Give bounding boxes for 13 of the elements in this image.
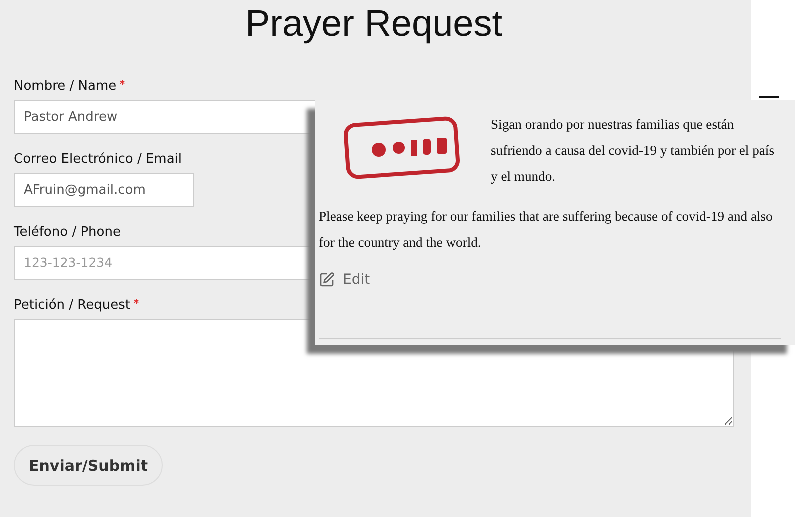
- page-title: Prayer Request: [244, 2, 504, 46]
- field-label: Correo Electrónico / Email: [14, 151, 182, 169]
- edit-icon: [319, 272, 335, 288]
- english-message: Please keep praying for our families that are suffering because of covid-19 and also for the country and the world.: [319, 208, 774, 252]
- field-label: Teléfono / Phone: [14, 224, 121, 242]
- field-label: Petición / Request: [14, 297, 130, 315]
- required-icon: [120, 80, 125, 85]
- required-icon: [134, 299, 138, 304]
- field-label: Nombre / Name: [14, 78, 117, 96]
- spanish-message: Sigan orando por nuestras familias que están sufriendo a causa del covid-19 y también por el país y el mundo.: [491, 116, 776, 186]
- submit-button[interactable]: Enviar/Submit: [14, 445, 164, 486]
- input-field[interactable]: AFruin@gmail.com: [14, 173, 194, 207]
- edit-link[interactable]: Edit: [319, 272, 370, 288]
